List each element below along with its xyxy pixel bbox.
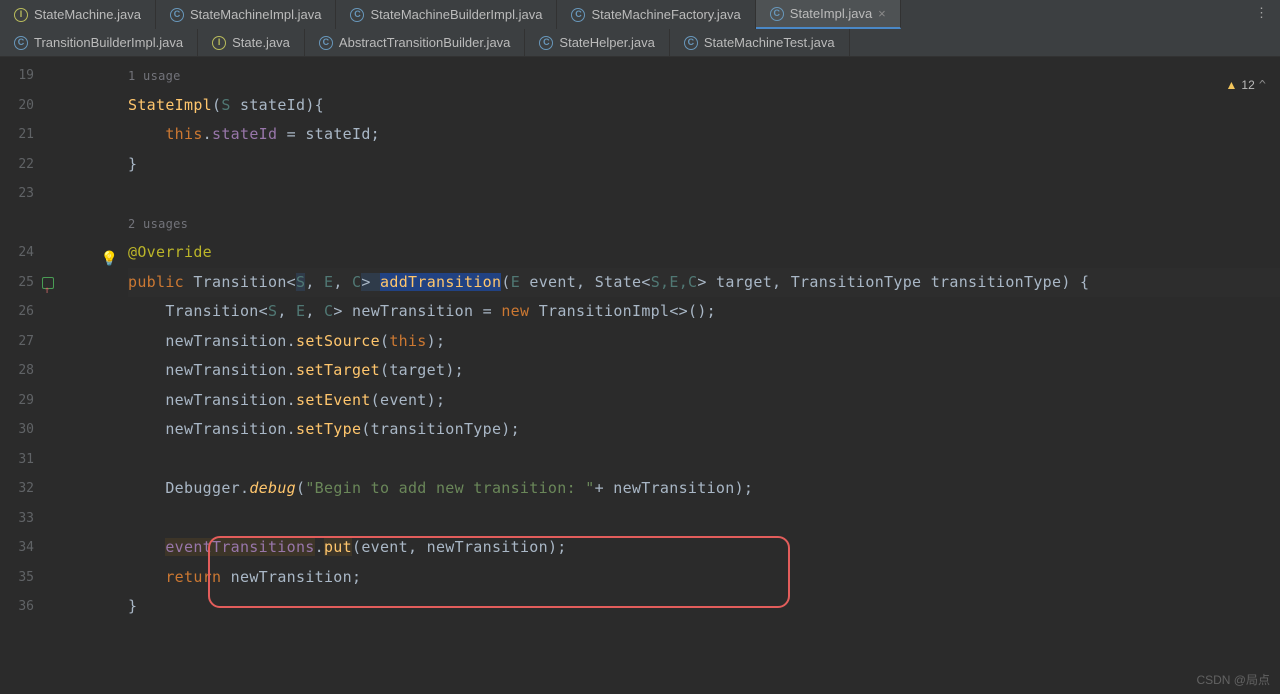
file-class-icon: C: [539, 36, 553, 50]
code-line[interactable]: Debugger.debug("Begin to add new transit…: [128, 474, 1280, 504]
close-icon[interactable]: ×: [878, 6, 886, 21]
gutter-line[interactable]: 22: [0, 150, 54, 180]
inlay-usages[interactable]: 1 usage: [128, 69, 181, 83]
code-line[interactable]: [128, 179, 1280, 209]
gutter-line[interactable]: 30: [0, 415, 54, 445]
tab-label: StateMachineFactory.java: [591, 7, 740, 22]
file-class-icon: C: [319, 36, 333, 50]
gutter-line[interactable]: 31: [0, 445, 54, 475]
gutter-line[interactable]: 26: [0, 297, 54, 327]
tab-statehelper[interactable]: C StateHelper.java: [525, 29, 669, 56]
code-area[interactable]: 1 usage StateImpl(S stateId){ this.state…: [54, 57, 1280, 679]
code-line[interactable]: newTransition.setEvent(event);: [128, 386, 1280, 416]
gutter-line[interactable]: 24💡: [0, 238, 54, 268]
tab-statemachinetest[interactable]: C StateMachineTest.java: [670, 29, 850, 56]
code-line[interactable]: newTransition.setType(transitionType);: [128, 415, 1280, 445]
gutter-line[interactable]: [0, 209, 54, 239]
gutter-line[interactable]: 27: [0, 327, 54, 357]
gutter-line[interactable]: 35: [0, 563, 54, 593]
file-class-icon: C: [350, 8, 364, 22]
code-line[interactable]: }: [128, 592, 1280, 622]
tab-row-2: CTransitionBuilderImpl.javaIState.javaCA…: [0, 29, 1280, 56]
code-line[interactable]: [128, 445, 1280, 475]
gutter-line[interactable]: 28: [0, 356, 54, 386]
tab-label: State.java: [232, 35, 290, 50]
code-line[interactable]: [128, 504, 1280, 534]
gutter-line[interactable]: 33: [0, 504, 54, 534]
watermark: CSDN @局点: [1196, 671, 1270, 688]
tab-label: StateMachineImpl.java: [190, 7, 322, 22]
tab-state[interactable]: I State.java: [198, 29, 305, 56]
tab-statemachineimpl[interactable]: C StateMachineImpl.java: [156, 0, 337, 29]
file-class-icon: C: [14, 36, 28, 50]
code-line[interactable]: newTransition.setSource(this);: [128, 327, 1280, 357]
gutter-line[interactable]: 29: [0, 386, 54, 416]
file-class-icon: C: [770, 7, 784, 21]
tab-statemachinebuilderimpl[interactable]: C StateMachineBuilderImpl.java: [336, 0, 557, 29]
tab-transitionbuilderimpl[interactable]: C TransitionBuilderImpl.java: [0, 29, 198, 56]
tab-label: StateMachineBuilderImpl.java: [370, 7, 542, 22]
file-interface-icon: I: [212, 36, 226, 50]
gutter-line[interactable]: 21: [0, 120, 54, 150]
gutter-line[interactable]: 19: [0, 61, 54, 91]
override-gutter-icon[interactable]: [42, 277, 54, 289]
gutter-line[interactable]: 25: [0, 268, 54, 298]
tab-statemachine[interactable]: I StateMachine.java: [0, 0, 156, 29]
gutter-line[interactable]: 34: [0, 533, 54, 563]
gutter-line[interactable]: 23: [0, 179, 54, 209]
editor[interactable]: 1920212223 24💡252627282930313233343536 1 …: [0, 57, 1280, 679]
tab-label: StateMachine.java: [34, 7, 141, 22]
file-interface-icon: I: [14, 8, 28, 22]
method-name-selected: addTransition: [380, 273, 501, 291]
gutter-line[interactable]: 36: [0, 592, 54, 622]
code-line[interactable]: Transition<S, E, C> newTransition = new …: [128, 297, 1280, 327]
file-class-icon: C: [170, 8, 184, 22]
code-line[interactable]: this.stateId = stateId;: [128, 120, 1280, 150]
tab-label: TransitionBuilderImpl.java: [34, 35, 183, 50]
gutter-line[interactable]: 32: [0, 474, 54, 504]
file-class-icon: C: [571, 8, 585, 22]
tab-statemachinefactory[interactable]: C StateMachineFactory.java: [557, 0, 755, 29]
code-line[interactable]: @Override: [128, 238, 1280, 268]
tab-abstracttransitionbuilder[interactable]: C AbstractTransitionBuilder.java: [305, 29, 526, 56]
code-line[interactable]: return newTransition;: [128, 563, 1280, 593]
inlay-usages[interactable]: 2 usages: [128, 217, 188, 231]
code-line[interactable]: eventTransitions.put(event, newTransitio…: [128, 533, 1280, 563]
code-line[interactable]: newTransition.setTarget(target);: [128, 356, 1280, 386]
code-line-current[interactable]: public Transition<S, E, C> addTransition…: [128, 268, 1280, 298]
tab-row-1: I StateMachine.java C StateMachineImpl.java…: [0, 0, 1280, 29]
code-line[interactable]: }: [128, 150, 1280, 180]
tab-label: StateMachineTest.java: [704, 35, 835, 50]
tab-label: AbstractTransitionBuilder.java: [339, 35, 511, 50]
tab-bar: I StateMachine.java C StateMachineImpl.java…: [0, 0, 1280, 57]
tabs-overflow-button[interactable]: ⋮: [1243, 0, 1280, 29]
tab-label: StateHelper.java: [559, 35, 654, 50]
tab-label: StateImpl.java: [790, 6, 872, 21]
file-class-icon: C: [684, 36, 698, 50]
tab-stateimpl[interactable]: C StateImpl.java ×: [756, 0, 901, 29]
gutter-line[interactable]: 20: [0, 91, 54, 121]
gutter: 1920212223 24💡252627282930313233343536: [0, 57, 54, 679]
code-line[interactable]: StateImpl(S stateId){: [128, 91, 1280, 121]
